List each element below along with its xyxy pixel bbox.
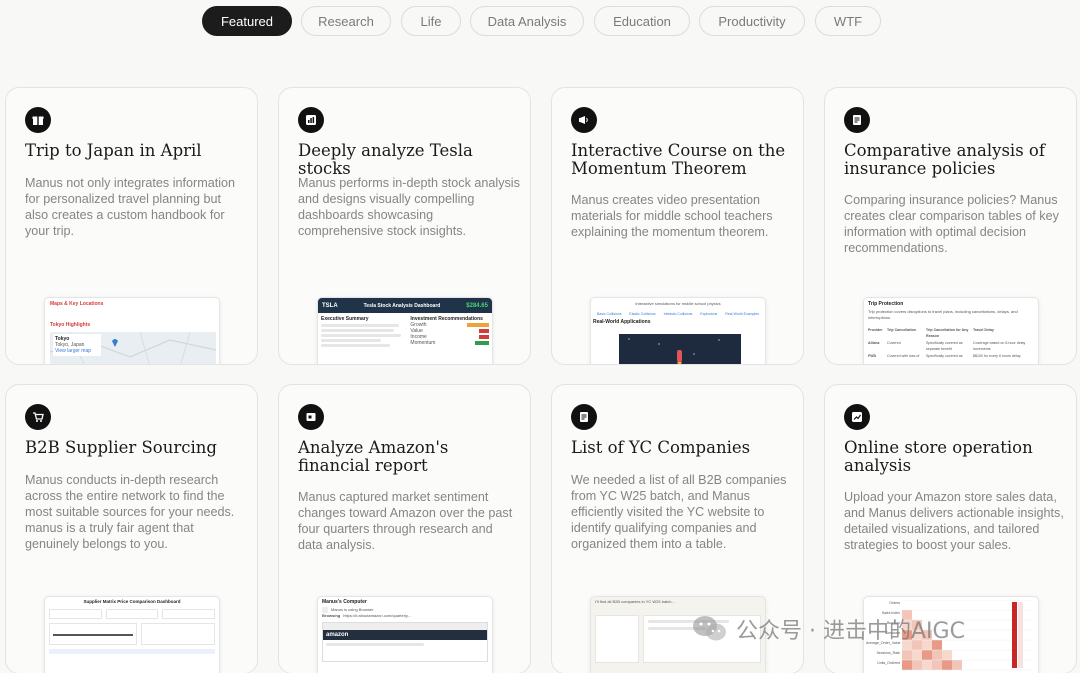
gift-icon <box>25 107 51 133</box>
card-description: Manus performs in-depth stock analysis a… <box>298 176 520 238</box>
folder-icon <box>298 404 324 430</box>
lesson-nav-item[interactable]: Real-World Examples <box>725 311 759 317</box>
preview-line: I'll find all B2B companies in YC W25 ba… <box>595 599 675 604</box>
card-description: Comparing insurance policies? Manus crea… <box>844 193 1059 255</box>
tab-education[interactable]: Education <box>594 6 690 36</box>
heatmap-row-label: Orders <box>889 601 900 605</box>
card-title: Analyze Amazon's financial report <box>298 438 449 475</box>
summary-heading: Executive Summary <box>321 316 369 322</box>
table-cell: FWD <box>868 354 877 358</box>
watermark-text: 公众号 · 进击中的AIGC <box>736 619 965 644</box>
card-description: Manus creates video presentation materia… <box>571 193 773 239</box>
table-cell: Covered with loss of <box>887 354 920 358</box>
card-title: List of YC Companies <box>571 438 751 457</box>
dashboard-title: Tesla Stock Analysis Dashboard <box>363 302 441 309</box>
lesson-nav-item[interactable]: Inelastic Collisions <box>664 311 693 317</box>
recommendation-row: Momentum <box>410 340 436 346</box>
wechat-watermark: 公众号 · 进击中的AIGC <box>690 614 965 644</box>
heatmap-row-label: Units_Ordered <box>877 661 900 665</box>
lesson-nav-item[interactable]: Elastic Collisions <box>629 311 655 317</box>
tab-productivity[interactable]: Productivity <box>699 6 805 36</box>
use-case-card[interactable]: Analyze Amazon's financial report Manus … <box>278 384 531 673</box>
list-icon <box>571 404 597 430</box>
card-title: Deeply analyze Tesla stocks <box>298 141 473 178</box>
wechat-icon <box>693 616 726 641</box>
tab-research[interactable]: Research <box>301 6 391 36</box>
map-link[interactable]: View larger map <box>55 348 99 354</box>
card-preview: Supplier Matrix Price Comparison Dashboa… <box>44 596 220 673</box>
tab-wtf[interactable]: WTF <box>815 6 881 36</box>
rocket-simulation <box>619 334 741 364</box>
stock-price: $284.65 <box>466 302 488 309</box>
preview-intro: Trip protection covers disruptions to tr… <box>868 309 1018 320</box>
card-preview: Maps & Key Locations Tokyo Highlights To… <box>44 297 220 364</box>
preview-heading: Supplier Matrix Price Comparison Dashboa… <box>83 599 181 604</box>
map-image: Tokyo Tokyo, Japan View larger map <box>49 331 217 364</box>
use-case-card[interactable]: Interactive Course on the Momentum Theor… <box>551 87 804 365</box>
use-case-card[interactable]: B2B Supplier Sourcing Manus conducts in-… <box>5 384 258 673</box>
table-cell: Specifically covered as separate benefit <box>926 341 963 351</box>
section-heading: Real-World Applications <box>593 319 651 325</box>
card-title: B2B Supplier Sourcing <box>25 438 217 457</box>
category-tabs: Featured Research Life Data Analysis Edu… <box>0 6 1080 36</box>
card-preview: Manus's Computer Manus is using Browser … <box>317 596 493 673</box>
preview-heading: Maps & Key Locations <box>50 301 104 307</box>
card-title: Online store operation analysis <box>844 438 1033 475</box>
preview-heading: Trip Protection <box>868 301 904 307</box>
card-title: Trip to Japan in April <box>25 141 202 160</box>
table-cell: Covered <box>887 341 901 345</box>
table-header: Provider <box>868 328 883 332</box>
card-preview: Interactive simulations for middle schoo… <box>590 297 766 364</box>
card-description: We needed a list of all B2B companies fr… <box>571 473 787 551</box>
card-title: Interactive Course on the Momentum Theor… <box>571 141 786 178</box>
amazon-logo: amazon <box>326 632 349 638</box>
table-header: Trip Cancellation for Any Reason <box>926 328 969 338</box>
table-cell: $$100 for every 6 hours delay <box>973 354 1021 358</box>
table-header: Trip Cancellation <box>887 328 916 332</box>
agent-action: Browsing <box>322 613 341 618</box>
lesson-nav-item[interactable]: Basic Collisions <box>597 311 622 317</box>
use-case-card[interactable]: Deeply analyze Tesla stocks Manus perfor… <box>278 87 531 365</box>
preview-subheading: Tokyo Highlights <box>50 322 91 328</box>
tab-data-analysis[interactable]: Data Analysis <box>470 6 584 36</box>
use-case-card[interactable]: Comparative analysis of insurance polici… <box>824 87 1077 365</box>
use-case-card[interactable]: Trip to Japan in April Manus not only in… <box>5 87 258 365</box>
chart-icon <box>298 107 324 133</box>
card-description: Manus not only integrates information fo… <box>25 176 236 238</box>
preview-heading: Manus's Computer <box>322 599 367 605</box>
card-title: Comparative analysis of insurance polici… <box>844 141 1045 178</box>
analytics-icon <box>844 404 870 430</box>
card-description: Manus conducts in-depth research across … <box>25 473 235 551</box>
document-icon <box>844 107 870 133</box>
ticker-label: TSLA <box>322 302 338 309</box>
tab-featured[interactable]: Featured <box>202 6 292 36</box>
tab-life[interactable]: Life <box>401 6 461 36</box>
card-preview: Trip Protection Trip protection covers d… <box>863 297 1039 364</box>
heatmap-row-label: Sessions_Rate <box>876 651 900 655</box>
megaphone-icon <box>571 107 597 133</box>
table-header: Travel Delay <box>973 328 994 332</box>
card-preview: TSLA Tesla Stock Analysis Dashboard $284… <box>317 297 493 364</box>
table-cell: Coverage based on 6-hour delay increment… <box>973 341 1026 351</box>
lesson-nav-item[interactable]: Explosions <box>700 311 717 317</box>
table-cell: Specifically covered as <box>926 354 963 358</box>
agent-url: https://ir.aboutamazon.com/quarterly... <box>343 613 411 618</box>
table-cell: Allianz <box>868 341 880 345</box>
preview-heading: Interactive simulations for middle schoo… <box>635 301 721 306</box>
card-description: Manus captured market sentiment changes … <box>298 490 513 552</box>
card-description: Upload your Amazon store sales data, and… <box>844 490 1064 552</box>
cart-icon <box>25 404 51 430</box>
